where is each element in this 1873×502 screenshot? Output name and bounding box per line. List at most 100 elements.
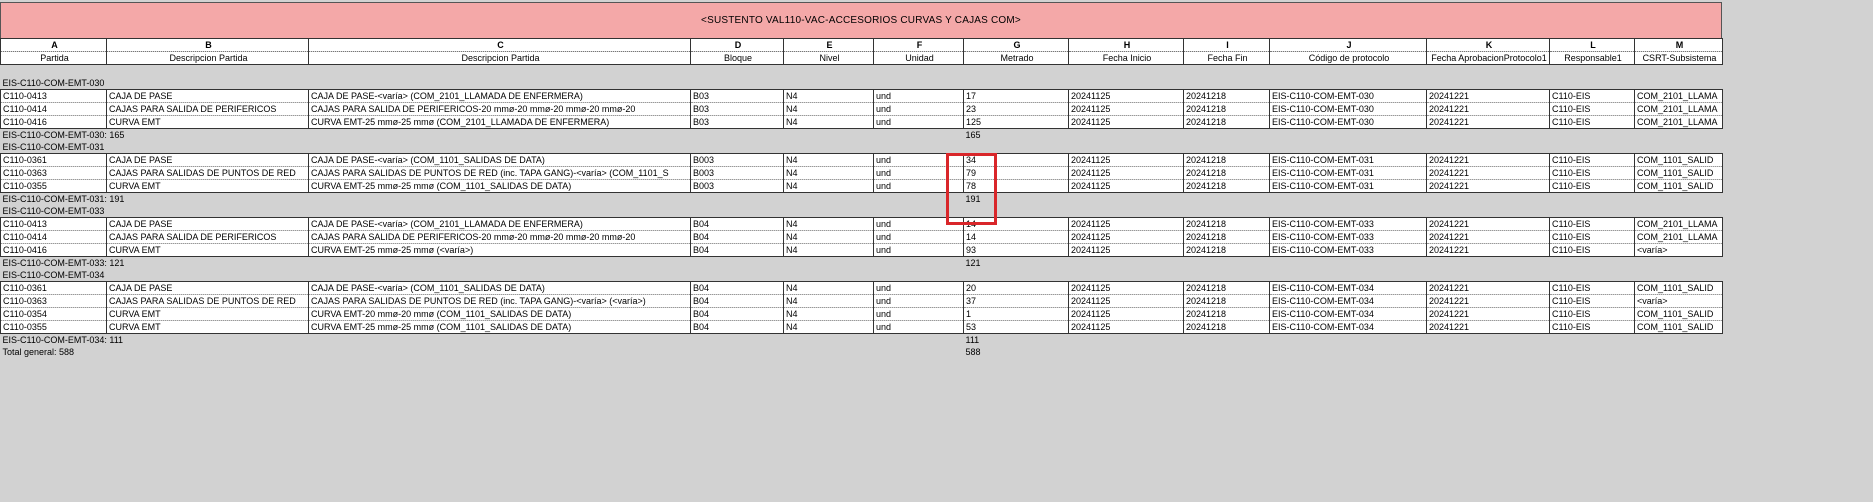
- table-cell[interactable]: 20241218: [1183, 294, 1270, 308]
- table-cell[interactable]: 20241125: [1068, 217, 1184, 231]
- column-header[interactable]: Descripcion Partida: [308, 51, 691, 65]
- column-header[interactable]: Metrado: [963, 51, 1069, 65]
- table-cell[interactable]: CURVA EMT: [106, 115, 309, 129]
- table-cell[interactable]: und: [873, 115, 964, 129]
- table-cell[interactable]: 14: [963, 217, 1069, 231]
- table-cell[interactable]: B003: [690, 166, 784, 180]
- table-cell[interactable]: 20241125: [1068, 166, 1184, 180]
- table-cell[interactable]: N4: [783, 294, 874, 308]
- table-cell[interactable]: EIS-C110-COM-EMT-031: [1269, 166, 1427, 180]
- column-header[interactable]: Fecha Fin: [1183, 51, 1270, 65]
- table-cell[interactable]: 20241221: [1426, 115, 1550, 129]
- table-cell[interactable]: C110-EIS: [1549, 281, 1635, 295]
- table-row[interactable]: C110-0355 CURVA EMT CURVA EMT-25 mmø-25 mm…: [0, 320, 1723, 334]
- table-cell[interactable]: 20241218: [1183, 230, 1270, 244]
- table-row[interactable]: C110-0363 CAJAS PARA SALIDAS DE PUNTOS DE…: [0, 294, 1723, 308]
- table-cell[interactable]: C110-0414: [0, 230, 107, 244]
- table-cell[interactable]: B04: [690, 307, 784, 321]
- table-cell[interactable]: und: [873, 89, 964, 103]
- table-cell[interactable]: CURVA EMT: [106, 320, 309, 334]
- table-cell[interactable]: und: [873, 281, 964, 295]
- table-cell[interactable]: und: [873, 217, 964, 231]
- table-cell[interactable]: COM_1101_SALID: [1634, 153, 1723, 167]
- table-cell[interactable]: CAJAS PARA SALIDAS DE PUNTOS DE RED (inc…: [308, 294, 691, 308]
- column-header[interactable]: CSRT-Subsistema: [1634, 51, 1723, 65]
- table-cell[interactable]: B04: [690, 217, 784, 231]
- table-cell[interactable]: N4: [783, 230, 874, 244]
- table-cell[interactable]: C110-0416: [0, 243, 107, 257]
- table-cell[interactable]: C110-0414: [0, 102, 107, 116]
- table-cell[interactable]: COM_1101_SALID: [1634, 281, 1723, 295]
- table-cell[interactable]: 20241125: [1068, 307, 1184, 321]
- table-cell[interactable]: 20241218: [1183, 166, 1270, 180]
- table-cell[interactable]: 20241125: [1068, 281, 1184, 295]
- column-header[interactable]: Unidad: [873, 51, 964, 65]
- subtotal-value[interactable]: 191: [964, 193, 1069, 206]
- table-cell[interactable]: EIS-C110-COM-EMT-034: [1269, 294, 1427, 308]
- table-cell[interactable]: 20: [963, 281, 1069, 295]
- table-cell[interactable]: 20241221: [1426, 281, 1550, 295]
- table-row[interactable]: C110-0414 CAJAS PARA SALIDA DE PERIFERICO…: [0, 230, 1723, 244]
- column-header[interactable]: Responsable1: [1549, 51, 1635, 65]
- table-cell[interactable]: <varía>: [1634, 294, 1723, 308]
- table-cell[interactable]: COM_2101_LLAMA: [1634, 89, 1723, 103]
- table-cell[interactable]: C110-EIS: [1549, 89, 1635, 103]
- table-cell[interactable]: CAJAS PARA SALIDAS DE PUNTOS DE RED: [106, 166, 309, 180]
- group-label[interactable]: EIS-C110-COM-EMT-031: [1, 141, 1723, 154]
- table-cell[interactable]: 14: [963, 230, 1069, 244]
- table-cell[interactable]: 79: [963, 166, 1069, 180]
- table-cell[interactable]: C110-EIS: [1549, 153, 1635, 167]
- table-cell[interactable]: COM_2101_LLAMA: [1634, 230, 1723, 244]
- table-cell[interactable]: CAJA DE PASE: [106, 281, 309, 295]
- table-cell[interactable]: 20241125: [1068, 102, 1184, 116]
- group-label[interactable]: EIS-C110-COM-EMT-034: [1, 269, 1723, 282]
- table-cell[interactable]: und: [873, 153, 964, 167]
- table-cell[interactable]: 20241218: [1183, 89, 1270, 103]
- table-cell[interactable]: CURVA EMT-25 mmø-25 mmø (COM_2101_LLAMAD…: [308, 115, 691, 129]
- table-cell[interactable]: 20241125: [1068, 294, 1184, 308]
- subtotal-value[interactable]: 121: [964, 257, 1069, 270]
- table-row[interactable]: C110-0361 CAJA DE PASE CAJA DE PASE-<varía…: [0, 153, 1723, 167]
- table-cell[interactable]: EIS-C110-COM-EMT-033: [1269, 243, 1427, 257]
- table-cell[interactable]: B04: [690, 230, 784, 244]
- table-cell[interactable]: COM_2101_LLAMA: [1634, 217, 1723, 231]
- table-cell[interactable]: 17: [963, 89, 1069, 103]
- table-cell[interactable]: C110-0354: [0, 307, 107, 321]
- column-header[interactable]: Partida: [0, 51, 107, 65]
- table-cell[interactable]: CAJA DE PASE-<varía> (COM_1101_SALIDAS D…: [308, 153, 691, 167]
- table-cell[interactable]: 20241221: [1426, 294, 1550, 308]
- table-cell[interactable]: C110-EIS: [1549, 115, 1635, 129]
- table-row[interactable]: C110-0355 CURVA EMT CURVA EMT-25 mmø-25 mm…: [0, 179, 1723, 193]
- table-cell[interactable]: 20241218: [1183, 153, 1270, 167]
- table-cell[interactable]: C110-EIS: [1549, 294, 1635, 308]
- table-cell[interactable]: EIS-C110-COM-EMT-033: [1269, 230, 1427, 244]
- table-row[interactable]: C110-0413 CAJA DE PASE CAJA DE PASE-<varía…: [0, 89, 1723, 103]
- column-header[interactable]: Bloque: [690, 51, 784, 65]
- subtotal-label[interactable]: EIS-C110-COM-EMT-034: 111: [1, 334, 964, 347]
- table-cell[interactable]: C110-0361: [0, 281, 107, 295]
- group-label[interactable]: EIS-C110-COM-EMT-033: [1, 205, 1723, 218]
- table-cell[interactable]: <varía>: [1634, 243, 1723, 257]
- table-cell[interactable]: COM_2101_LLAMA: [1634, 115, 1723, 129]
- table-cell[interactable]: COM_1101_SALID: [1634, 307, 1723, 321]
- subtotal-label[interactable]: EIS-C110-COM-EMT-033: 121: [1, 257, 964, 270]
- table-cell[interactable]: CAJA DE PASE-<varía> (COM_2101_LLAMADA D…: [308, 89, 691, 103]
- table-cell[interactable]: 20241218: [1183, 281, 1270, 295]
- column-letter[interactable]: D: [690, 38, 784, 52]
- table-cell[interactable]: CAJA DE PASE-<varía> (COM_1101_SALIDAS D…: [308, 281, 691, 295]
- table-cell[interactable]: 20241221: [1426, 179, 1550, 193]
- table-cell[interactable]: CAJA DE PASE: [106, 217, 309, 231]
- table-cell[interactable]: 20241125: [1068, 115, 1184, 129]
- table-cell[interactable]: N4: [783, 102, 874, 116]
- table-row[interactable]: C110-0363 CAJAS PARA SALIDAS DE PUNTOS DE…: [0, 166, 1723, 180]
- table-cell[interactable]: 20241218: [1183, 307, 1270, 321]
- table-cell[interactable]: B03: [690, 89, 784, 103]
- table-cell[interactable]: CAJA DE PASE-<varía> (COM_2101_LLAMADA D…: [308, 217, 691, 231]
- table-cell[interactable]: C110-EIS: [1549, 230, 1635, 244]
- table-cell[interactable]: CURVA EMT-25 mmø-25 mmø (<varía>): [308, 243, 691, 257]
- table-cell[interactable]: 20241125: [1068, 153, 1184, 167]
- table-cell[interactable]: 20241218: [1183, 179, 1270, 193]
- table-row[interactable]: C110-0416 CURVA EMT CURVA EMT-25 mmø-25 mm…: [0, 115, 1723, 129]
- column-header[interactable]: Nivel: [783, 51, 874, 65]
- column-header[interactable]: Fecha AprobacionProtocolo1: [1426, 51, 1550, 65]
